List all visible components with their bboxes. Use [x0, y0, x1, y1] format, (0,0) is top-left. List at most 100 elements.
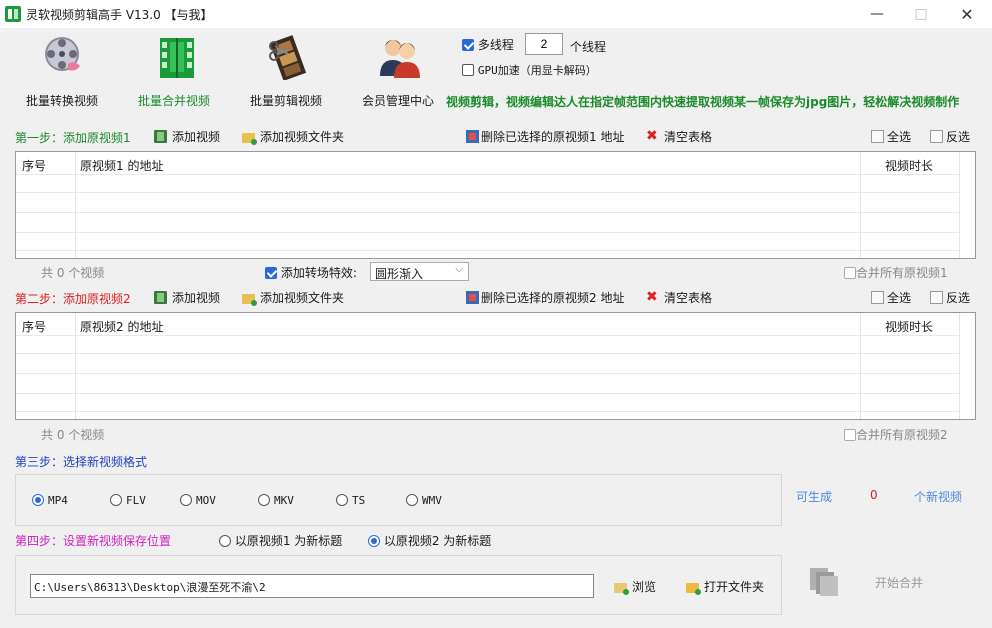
format-radio-flv[interactable]: FLV — [110, 494, 146, 507]
step2-clear-table-button[interactable]: ✖ 清空表格 — [646, 289, 712, 306]
delete-film-icon — [466, 130, 479, 143]
format-mkv-label: MKV — [274, 494, 294, 507]
select-all-icon — [871, 291, 884, 304]
generate-count: 0 — [870, 488, 878, 502]
vertical-scrollbar[interactable] — [959, 313, 975, 419]
step2-clear-table-label: 清空表格 — [664, 291, 713, 305]
batch-cut-button[interactable]: 批量剪辑视频 — [234, 32, 338, 112]
merge-all-check-icon[interactable] — [844, 429, 856, 441]
step1-clear-table-label: 清空表格 — [664, 130, 713, 144]
format-radio-mkv[interactable]: MKV — [258, 494, 294, 507]
multithread-checkbox[interactable]: 多线程 — [462, 36, 514, 53]
merge-all-video2-checkbox[interactable]: 合并所有原视频2 — [844, 426, 948, 443]
row-divider — [16, 353, 959, 354]
format-radio-ts[interactable]: TS — [336, 494, 365, 507]
transition-select[interactable]: 圆形渐入 ⌵ — [370, 262, 469, 281]
step1-add-video-label: 添加视频 — [172, 130, 221, 144]
gpu-accel-checkbox[interactable]: GPU加速（用显卡解码） — [462, 62, 597, 78]
promo-text: 视频剪辑，视频编辑达人在指定帧范围内快速提取视频某一帧保存为jpg图片，轻松解决… — [446, 95, 960, 109]
transition-checkbox[interactable]: 添加转场特效: — [265, 264, 357, 281]
merge-all-video1-checkbox[interactable]: 合并所有原视频1 — [844, 264, 948, 281]
film-reel-icon — [45, 37, 80, 71]
step2-delete-selected-button[interactable]: 删除已选择的原视频2 地址 — [466, 289, 624, 306]
merge-start-icon — [810, 568, 838, 596]
film-icon — [154, 130, 167, 143]
title-option-2-radio[interactable]: 以原视频2 为新标题 — [368, 532, 491, 549]
folder-add-icon — [242, 293, 257, 306]
row-divider — [16, 411, 959, 412]
merge-all-check-icon[interactable] — [844, 267, 856, 279]
step2-add-video-button[interactable]: 添加视频 — [154, 289, 220, 306]
radio-selected-icon[interactable] — [368, 535, 380, 547]
transition-select-value: 圆形渐入 — [375, 267, 424, 281]
folder-search-icon — [614, 582, 629, 595]
step1-invert-label: 反选 — [946, 130, 971, 144]
thread-count-input[interactable] — [525, 33, 563, 55]
step1-add-folder-button[interactable]: 添加视频文件夹 — [242, 128, 344, 145]
video1-count: 共 0 个视频 — [41, 266, 105, 280]
app-logo-icon — [5, 6, 21, 22]
title-option-1-radio[interactable]: 以原视频1 为新标题 — [219, 532, 342, 549]
vertical-scrollbar[interactable] — [959, 152, 975, 258]
multithread-check-icon[interactable] — [462, 39, 474, 51]
open-folder-label: 打开文件夹 — [704, 580, 765, 594]
row-divider — [16, 232, 959, 233]
column-header-duration: 视频时长 — [885, 159, 934, 173]
step2-select-all-button[interactable]: 全选 — [871, 289, 911, 306]
gpu-check-icon[interactable] — [462, 64, 474, 76]
step3-label: 第三步：选择新视频格式 — [15, 455, 148, 469]
merge-video-icon — [160, 38, 194, 78]
row-divider — [16, 335, 959, 336]
open-folder-button[interactable]: 打开文件夹 — [686, 578, 764, 595]
step1-delete-selected-button[interactable]: 删除已选择的原视频1 地址 — [466, 128, 624, 145]
row-divider — [16, 373, 959, 374]
video1-table[interactable]: 序号 原视频1 的地址 视频时长 — [15, 151, 976, 259]
start-merge-button[interactable]: 开始合并 — [875, 574, 923, 591]
batch-merge-button[interactable]: 批量合并视频 — [122, 32, 226, 112]
step1-add-video-button[interactable]: 添加视频 — [154, 128, 220, 145]
step2-invert-button[interactable]: 反选 — [930, 289, 970, 306]
row-divider — [16, 393, 959, 394]
title-option-1-label: 以原视频1 为新标题 — [234, 534, 343, 548]
format-radio-mov[interactable]: MOV — [180, 494, 216, 507]
save-path-input[interactable]: C:\Users\86313\Desktop\浪漫至死不渝\2 — [30, 574, 594, 598]
format-radio-mp4[interactable]: MP4 — [32, 494, 68, 507]
step1-clear-table-button[interactable]: ✖ 清空表格 — [646, 128, 712, 145]
transition-check-icon[interactable] — [265, 267, 277, 279]
folder-add-icon — [242, 132, 257, 145]
row-divider — [16, 174, 959, 175]
member-center-button[interactable]: 会员管理中心 — [346, 32, 450, 112]
batch-convert-button[interactable]: 批量转换视频 — [10, 32, 114, 112]
step2-add-folder-button[interactable]: 添加视频文件夹 — [242, 289, 344, 306]
radio-icon[interactable] — [406, 494, 418, 506]
delete-film-icon — [466, 291, 479, 304]
open-folder-icon — [686, 582, 701, 595]
video2-table[interactable]: 序号 原视频2 的地址 视频时长 — [15, 312, 976, 420]
browse-button[interactable]: 浏览 — [614, 578, 656, 595]
radio-icon[interactable] — [336, 494, 348, 506]
multithread-label: 多线程 — [477, 38, 514, 52]
select-all-icon — [871, 130, 884, 143]
generate-unit: 个新视频 — [914, 490, 963, 504]
red-x-icon: ✖ — [646, 289, 658, 305]
close-button[interactable]: ✕ — [944, 0, 990, 28]
minimize-button[interactable]: — — [854, 0, 900, 28]
step2-invert-label: 反选 — [946, 291, 971, 305]
step1-select-all-button[interactable]: 全选 — [871, 128, 911, 145]
batch-merge-label: 批量合并视频 — [137, 94, 210, 108]
radio-icon[interactable] — [258, 494, 270, 506]
step1-add-folder-label: 添加视频文件夹 — [260, 130, 345, 144]
invert-select-icon — [930, 130, 943, 143]
generate-label: 可生成 — [796, 490, 833, 504]
radio-icon[interactable] — [219, 535, 231, 547]
format-radio-wmv[interactable]: WMV — [406, 494, 442, 507]
maximize-button[interactable]: □ — [898, 0, 944, 28]
video2-count: 共 0 个视频 — [41, 428, 105, 442]
step1-invert-button[interactable]: 反选 — [930, 128, 970, 145]
column-header-index: 序号 — [22, 159, 47, 173]
red-x-icon: ✖ — [646, 128, 658, 144]
window-title: 灵软视频剪辑高手 V13.0 【与我】 — [26, 8, 213, 22]
radio-icon[interactable] — [110, 494, 122, 506]
radio-icon[interactable] — [180, 494, 192, 506]
radio-selected-icon[interactable] — [32, 494, 44, 506]
